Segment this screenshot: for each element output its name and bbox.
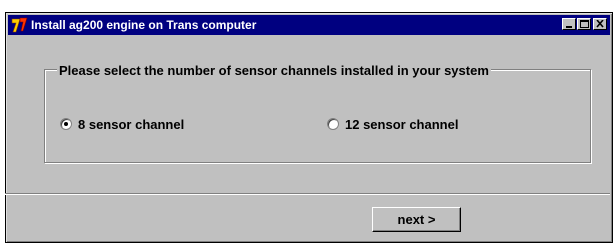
radio-12-sensor-channel[interactable]: 12 sensor channel bbox=[327, 116, 458, 132]
minimize-icon bbox=[566, 26, 572, 28]
footer-separator bbox=[5, 193, 610, 195]
radio-label-12: 12 sensor channel bbox=[345, 116, 459, 132]
radio-dot-icon bbox=[64, 122, 68, 126]
maximize-button[interactable] bbox=[577, 18, 591, 30]
radio-button-unselected[interactable] bbox=[327, 118, 339, 130]
groupbox-legend: Please select the number of sensor chann… bbox=[57, 63, 491, 78]
close-button[interactable] bbox=[593, 18, 607, 30]
radio-label-8: 8 sensor channel bbox=[78, 116, 185, 132]
maximize-icon bbox=[580, 20, 589, 28]
window-title: Install ag200 engine on Trans computer bbox=[31, 18, 257, 32]
radio-8-sensor-channel[interactable]: 8 sensor channel bbox=[60, 116, 184, 132]
minimize-button[interactable] bbox=[562, 18, 576, 30]
title-bar[interactable]: Install ag200 engine on Trans computer bbox=[8, 15, 610, 35]
close-icon bbox=[596, 20, 604, 28]
radio-button-selected[interactable] bbox=[60, 118, 72, 130]
app-logo-icon bbox=[11, 17, 29, 33]
next-button[interactable]: next > bbox=[372, 207, 461, 232]
